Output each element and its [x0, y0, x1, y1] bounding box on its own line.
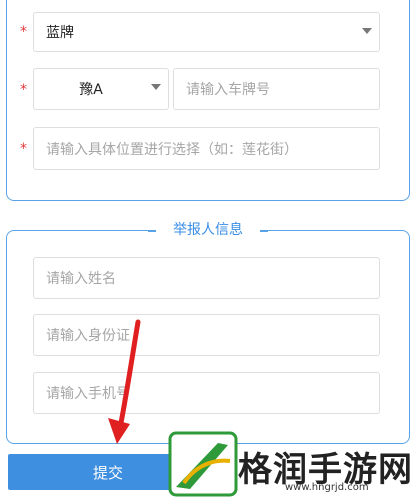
chevron-down-icon [362, 28, 372, 34]
chevron-down-icon [151, 84, 161, 90]
required-mark: * [20, 141, 27, 157]
plate-prefix-select[interactable]: 豫A [33, 68, 169, 110]
location-input[interactable]: 请输入具体位置进行选择（如：莲花街） [33, 127, 380, 170]
plate-prefix-value: 豫A [79, 82, 103, 98]
phone-input[interactable]: 请输入手机号 [33, 372, 380, 414]
watermark-url: www.hngrjd.com [285, 482, 369, 493]
plate-color-value: 蓝牌 [46, 25, 74, 41]
name-input[interactable]: 请输入姓名 [33, 257, 380, 299]
plate-number-input[interactable]: 请输入车牌号 [173, 68, 380, 110]
required-mark: * [20, 82, 27, 98]
id-card-input[interactable]: 请输入身份证 [33, 314, 380, 356]
plate-color-select[interactable]: 蓝牌 [33, 12, 380, 52]
required-mark: * [20, 24, 27, 40]
red-arrow-annotation [108, 319, 141, 444]
name-placeholder: 请输入姓名 [46, 271, 116, 287]
section-title: 举报人信息 [148, 220, 268, 240]
plate-number-placeholder: 请输入车牌号 [186, 82, 270, 98]
location-placeholder: 请输入具体位置进行选择（如：莲花街） [46, 141, 298, 158]
